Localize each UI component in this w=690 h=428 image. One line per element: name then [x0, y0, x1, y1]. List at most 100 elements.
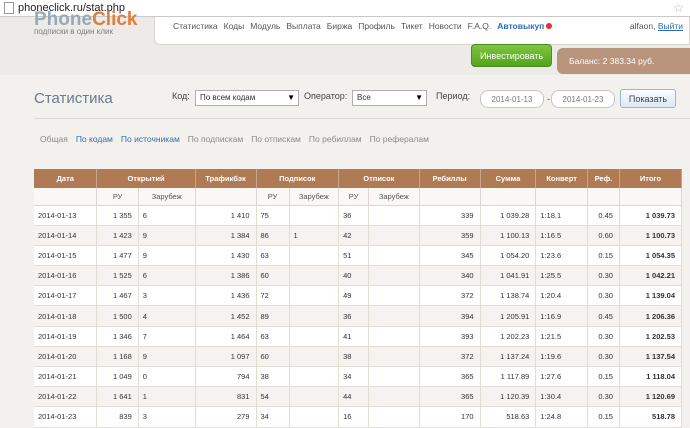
cell-rebills: 359 — [419, 225, 481, 246]
header-opens: Открытий — [96, 169, 196, 188]
table-row: 2014-01-18 1 500 4 1 452 89 36 394 1 205.91 1:16… — [34, 305, 683, 327]
logo[interactable]: PhoneClick подписки в один клик — [34, 10, 137, 36]
show-button[interactable]: Показать — [620, 89, 676, 108]
cell-unsubs-abroad — [368, 245, 420, 267]
subtab-by-rebills[interactable]: По ребиллам — [309, 134, 362, 144]
nav-statistics[interactable]: Статистика — [173, 21, 218, 31]
subtab-by-sources[interactable]: По источникам — [121, 134, 180, 144]
cell-opens-ru: 1 641 — [96, 386, 139, 408]
cell-total: 1 206.36 — [619, 305, 683, 327]
cell-opens-abroad: 7 — [138, 326, 196, 347]
notification-dot-icon — [546, 23, 553, 29]
cell-opens-abroad: 3 — [138, 406, 196, 428]
subheader-unsubs-abroad: Зарубеж — [368, 188, 420, 206]
nav-module[interactable]: Модуль — [250, 21, 280, 31]
cell-subs-abroad — [289, 305, 340, 327]
cell-unsubs-abroad — [368, 346, 420, 368]
subheader-blank — [419, 188, 481, 206]
date-to-input[interactable]: 2014-01-23 — [551, 90, 615, 108]
cell-total: 1 202.53 — [619, 326, 683, 347]
cell-unsubs-ru: 38 — [338, 346, 370, 368]
cell-trafficback: 279 — [195, 406, 257, 428]
cell-unsubs-abroad — [368, 285, 420, 307]
cell-rebills: 170 — [419, 406, 481, 428]
table-row: 2014-01-14 1 423 9 1 384 86 1 42 359 1 100.13 1:1… — [34, 225, 683, 246]
cell-ref: 0.45 — [587, 205, 620, 226]
nav-news[interactable]: Новости — [429, 21, 462, 31]
cell-unsubs-abroad — [368, 326, 420, 347]
cell-trafficback: 1 097 — [195, 346, 257, 368]
cell-trafficback: 1 386 — [195, 265, 257, 287]
cell-rebills: 372 — [419, 285, 481, 307]
cell-sum: 1 205.91 — [480, 305, 537, 327]
cell-sum: 1 120.39 — [480, 386, 537, 408]
header-ref: Реф. — [587, 169, 620, 188]
cell-total: 1 120.69 — [619, 386, 683, 408]
cell-date: 2014-01-16 — [34, 265, 98, 287]
cell-trafficback: 1 452 — [195, 305, 257, 327]
subheader-subs-abroad: Зарубеж — [289, 188, 340, 206]
username: alfaon, — [629, 21, 656, 31]
cell-unsubs-ru: 34 — [338, 366, 370, 388]
subheader-blank — [535, 188, 588, 206]
header-trafficback: Трафикбэк — [195, 169, 257, 188]
nav-codes[interactable]: Коды — [224, 21, 245, 31]
cell-total: 1 137.54 — [619, 346, 683, 368]
subheader-subs-ru: РУ — [256, 188, 290, 206]
cell-subs-abroad — [289, 386, 340, 408]
stats-table-body: 2014-01-13 1 355 6 1 410 75 36 339 1 039.28 1:18… — [34, 205, 683, 428]
cell-conversion: 1:24.8 — [535, 406, 588, 428]
operator-select[interactable]: Все ▼ — [352, 90, 427, 106]
cell-date: 2014-01-21 — [34, 366, 98, 388]
cell-opens-abroad: 3 — [138, 285, 196, 307]
subtab-by-unsubscriptions[interactable]: По отпискам — [251, 134, 301, 144]
cell-opens-ru: 1 423 — [96, 225, 139, 246]
cell-subs-abroad — [289, 205, 340, 226]
cell-opens-ru: 839 — [96, 406, 139, 428]
subtab-by-codes[interactable]: По кодам — [76, 134, 113, 144]
cell-unsubs-ru: 40 — [338, 265, 370, 287]
nav-ticket[interactable]: Тикет — [401, 21, 423, 31]
page-icon — [4, 2, 14, 14]
cell-conversion: 1:18.1 — [535, 205, 588, 226]
header-date: Дата — [34, 169, 98, 188]
cell-opens-abroad: 9 — [138, 225, 196, 246]
nav-faq[interactable]: F.A.Q. — [468, 21, 492, 31]
cell-unsubs-abroad — [368, 366, 420, 388]
cell-rebills: 372 — [419, 346, 481, 368]
subtab-by-referrals[interactable]: По рефералам — [370, 134, 429, 144]
code-label: Код: — [172, 91, 190, 101]
nav-autopay-label: Автовыкуп — [497, 21, 545, 31]
date-from-input[interactable]: 2014-01-13 — [480, 90, 544, 108]
logout-link[interactable]: Выйти — [658, 21, 683, 31]
header-rebills: Ребиллы — [419, 169, 481, 188]
cell-opens-abroad: 4 — [138, 305, 196, 327]
nav-payout[interactable]: Выплата — [286, 21, 320, 31]
cell-opens-ru: 1 049 — [96, 366, 139, 388]
nav-exchange[interactable]: Биржа — [327, 21, 352, 31]
cell-conversion: 1:20.4 — [535, 285, 588, 307]
code-select[interactable]: По всем кодам ▼ — [195, 90, 299, 106]
code-select-value: По всем кодам — [200, 93, 256, 102]
nav-autopay[interactable]: Автовыкуп — [497, 21, 553, 31]
cell-opens-abroad: 9 — [138, 346, 196, 368]
cell-opens-abroad: 6 — [138, 205, 196, 226]
table-subheader-row: РУ Зарубеж РУ Зарубеж РУ Зарубеж — [34, 188, 683, 206]
header-sum: Сумма — [480, 169, 537, 188]
cell-opens-ru: 1 467 — [96, 285, 139, 307]
invest-button[interactable]: Инвестировать — [471, 44, 552, 67]
cell-trafficback: 1 410 — [195, 205, 257, 226]
subtab-general[interactable]: Общая — [40, 134, 68, 144]
table-header-row: Дата Открытий Трафикбэк Подписок Отписок… — [34, 169, 683, 188]
subtab-by-subscriptions[interactable]: По подпискам — [188, 134, 243, 144]
cell-rebills: 393 — [419, 326, 481, 347]
nav-profile[interactable]: Профиль — [358, 21, 395, 31]
cell-subs-abroad — [289, 326, 340, 347]
bookmark-star-icon[interactable]: ☆ — [673, 1, 684, 15]
cell-opens-ru: 1 168 — [96, 346, 139, 368]
cell-conversion: 1:16.9 — [535, 305, 588, 327]
cell-trafficback: 794 — [195, 366, 257, 388]
cell-unsubs-ru: 16 — [338, 406, 370, 428]
cell-conversion: 1:16.5 — [535, 225, 588, 246]
cell-trafficback: 1 430 — [195, 245, 257, 267]
